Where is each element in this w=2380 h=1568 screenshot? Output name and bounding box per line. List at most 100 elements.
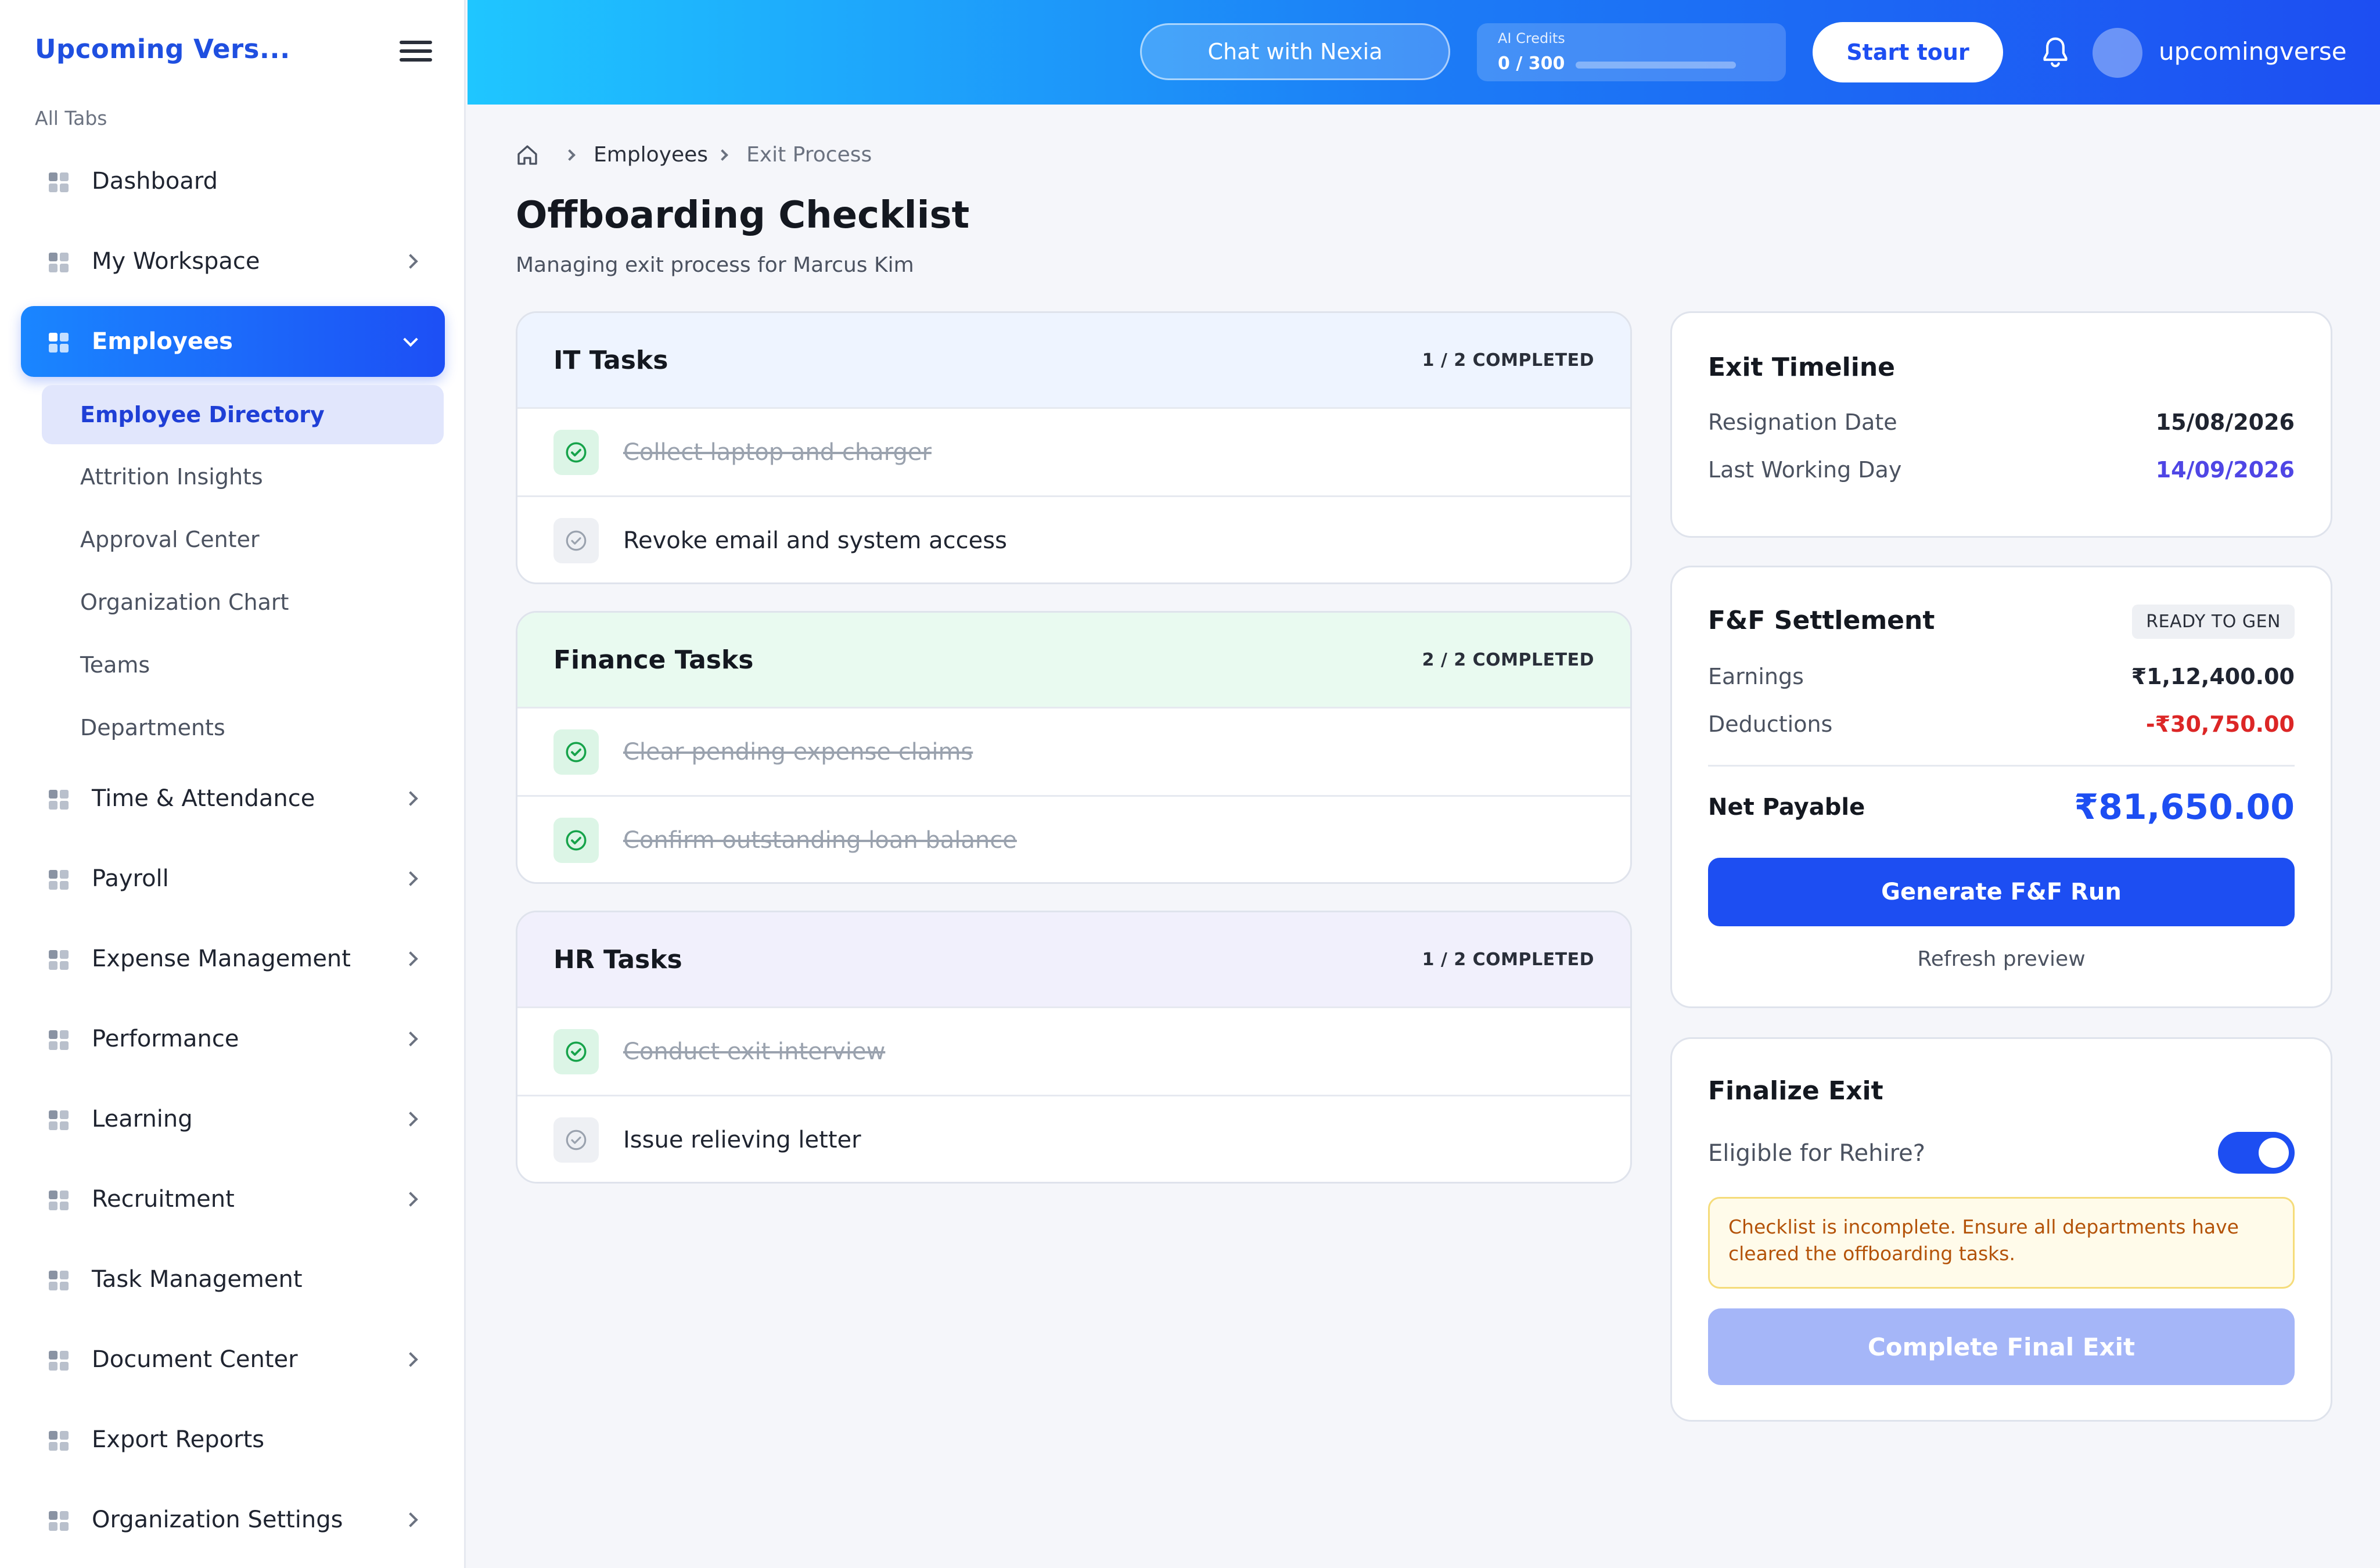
earnings-row: Earnings ₹1,12,400.00: [1708, 664, 2295, 689]
net-payable-row: Net Payable ₹81,650.00: [1708, 787, 2295, 828]
sidebar-subitem-attrition-insights[interactable]: Attrition Insights: [42, 447, 444, 506]
grid-icon: [49, 1271, 69, 1290]
rehire-label: Eligible for Rehire?: [1708, 1140, 1926, 1167]
deductions-value: -₹30,750.00: [2145, 711, 2295, 737]
sidebar-item-label: Performance: [92, 1026, 239, 1052]
grid-icon: [49, 1110, 69, 1130]
chevron-right-icon: [403, 951, 418, 966]
ai-credits-progress-bar: [1576, 62, 1736, 69]
chevron-right-icon: [717, 149, 728, 161]
sidebar-item-label: Learning: [92, 1106, 193, 1132]
task-row[interactable]: Issue relieving letter: [517, 1095, 1630, 1182]
home-icon[interactable]: [516, 143, 539, 167]
ai-credits-widget: AI Credits 0 / 300: [1477, 23, 1786, 81]
refresh-preview-link[interactable]: Refresh preview: [1672, 947, 2331, 971]
finalize-exit-title: Finalize Exit: [1708, 1076, 1883, 1106]
grid-icon: [49, 870, 69, 890]
sidebar-item-label: Expense Management: [92, 945, 351, 972]
last-working-day-value: 14/09/2026: [2155, 457, 2295, 483]
sidebar-item-performance[interactable]: Performance: [21, 1004, 445, 1074]
sidebar-item-organization-settings[interactable]: Organization Settings: [21, 1484, 445, 1555]
chevron-down-icon: [403, 332, 418, 347]
page-title: Offboarding Checklist: [516, 194, 970, 237]
sidebar-subitem-departments[interactable]: Departments: [42, 698, 444, 757]
bell-icon[interactable]: [2039, 36, 2072, 71]
task-label: Conduct exit interview: [623, 1038, 886, 1065]
sidebar-item-my-workspace[interactable]: My Workspace: [21, 226, 445, 297]
earnings-value: ₹1,12,400.00: [2131, 664, 2295, 689]
chat-with-nexia-button[interactable]: Chat with Nexia: [1140, 23, 1450, 80]
it-tasks-header: IT Tasks 1 / 2 COMPLETED: [517, 313, 1630, 407]
sidebar-item-export-reports[interactable]: Export Reports: [21, 1404, 445, 1475]
task-row[interactable]: Revoke email and system access: [517, 495, 1630, 582]
net-payable-value: ₹81,650.00: [2074, 787, 2295, 828]
chevron-right-icon: [403, 1512, 418, 1527]
sidebar-subitem-teams[interactable]: Teams: [42, 635, 444, 695]
sidebar-item-recruitment[interactable]: Recruitment: [21, 1164, 445, 1235]
task-row[interactable]: Collect laptop and charger: [517, 407, 1630, 495]
sidebar-subitem-organization-chart[interactable]: Organization Chart: [42, 573, 444, 632]
task-row[interactable]: Conduct exit interview: [517, 1006, 1630, 1095]
task-label: Revoke email and system access: [623, 527, 1007, 554]
check-circle-icon: [553, 817, 599, 863]
hamburger-menu-icon[interactable]: [400, 41, 432, 66]
sidebar-item-expense-management[interactable]: Expense Management: [21, 923, 445, 994]
finance-tasks-header: Finance Tasks 2 / 2 COMPLETED: [517, 613, 1630, 707]
exit-timeline-card: Exit Timeline Resignation Date 15/08/202…: [1670, 311, 2332, 538]
grid-icon: [49, 790, 69, 810]
start-tour-button[interactable]: Start tour: [1813, 22, 2003, 82]
sidebar-item-payroll[interactable]: Payroll: [21, 843, 445, 914]
avatar[interactable]: [2093, 28, 2142, 78]
chevron-right-icon: [403, 1112, 418, 1127]
grid-icon: [49, 1351, 69, 1371]
sidebar-subitem-employee-directory[interactable]: Employee Directory: [42, 385, 444, 444]
chevron-right-icon: [403, 1352, 418, 1367]
sidebar-item-learning[interactable]: Learning: [21, 1084, 445, 1155]
generate-ff-run-button[interactable]: Generate F&F Run: [1708, 858, 2295, 926]
sidebar: Upcoming Vers... All Tabs Dashboard My W…: [0, 0, 466, 1568]
chevron-right-icon: [403, 1031, 418, 1046]
ai-credits-value: 0 / 300: [1498, 53, 1565, 74]
grid-icon: [49, 1030, 69, 1050]
resignation-date-row: Resignation Date 15/08/2026: [1708, 409, 2295, 435]
sidebar-item-label: Time & Attendance: [92, 785, 315, 812]
grid-icon: [49, 950, 69, 970]
rehire-row: Eligible for Rehire?: [1708, 1140, 2180, 1167]
grid-icon: [49, 333, 69, 353]
hr-tasks-card: HR Tasks 1 / 2 COMPLETED Conduct exit in…: [516, 911, 1632, 1184]
sidebar-item-employees[interactable]: Employees: [21, 306, 445, 377]
sidebar-item-dashboard[interactable]: Dashboard: [21, 146, 445, 217]
chevron-right-icon: [403, 871, 418, 886]
sidebar-item-document-center[interactable]: Document Center: [21, 1324, 445, 1395]
task-row[interactable]: Confirm outstanding loan balance: [517, 795, 1630, 882]
hr-tasks-title: HR Tasks: [553, 944, 682, 974]
deductions-row: Deductions -₹30,750.00: [1708, 711, 2295, 737]
deductions-label: Deductions: [1708, 711, 1833, 737]
breadcrumb-exit-process: Exit Process: [746, 143, 872, 167]
chevron-right-icon: [564, 149, 576, 161]
complete-final-exit-button[interactable]: Complete Final Exit: [1708, 1308, 2295, 1385]
username[interactable]: upcomingverse: [2159, 37, 2347, 66]
net-payable-label: Net Payable: [1708, 794, 1865, 821]
sidebar-item-time-attendance[interactable]: Time & Attendance: [21, 763, 445, 834]
rehire-toggle[interactable]: [2218, 1132, 2295, 1174]
hr-tasks-header: HR Tasks 1 / 2 COMPLETED: [517, 912, 1630, 1006]
resignation-date-value: 15/08/2026: [2155, 409, 2295, 435]
task-label: Issue relieving letter: [623, 1126, 861, 1153]
it-tasks-count: 1 / 2 COMPLETED: [1422, 350, 1594, 371]
check-circle-outline-icon: [553, 517, 599, 563]
ff-settlement-card: F&F Settlement READY TO GEN Earnings ₹1,…: [1670, 566, 2332, 1008]
sidebar-item-label: Dashboard: [92, 168, 218, 195]
check-circle-icon: [553, 429, 599, 475]
ff-settlement-title: F&F Settlement: [1708, 606, 1935, 635]
grid-icon: [49, 1431, 69, 1451]
breadcrumb-employees[interactable]: Employees: [594, 143, 708, 167]
chevron-right-icon: [403, 791, 418, 806]
last-working-day-label: Last Working Day: [1708, 457, 1902, 483]
sidebar-item-task-management[interactable]: Task Management: [21, 1244, 445, 1315]
task-row[interactable]: Clear pending expense claims: [517, 707, 1630, 795]
brand-name: Upcoming Vers...: [35, 34, 290, 64]
last-working-day-row: Last Working Day 14/09/2026: [1708, 457, 2295, 483]
chevron-right-icon: [403, 254, 418, 269]
sidebar-subitem-approval-center[interactable]: Approval Center: [42, 510, 444, 569]
